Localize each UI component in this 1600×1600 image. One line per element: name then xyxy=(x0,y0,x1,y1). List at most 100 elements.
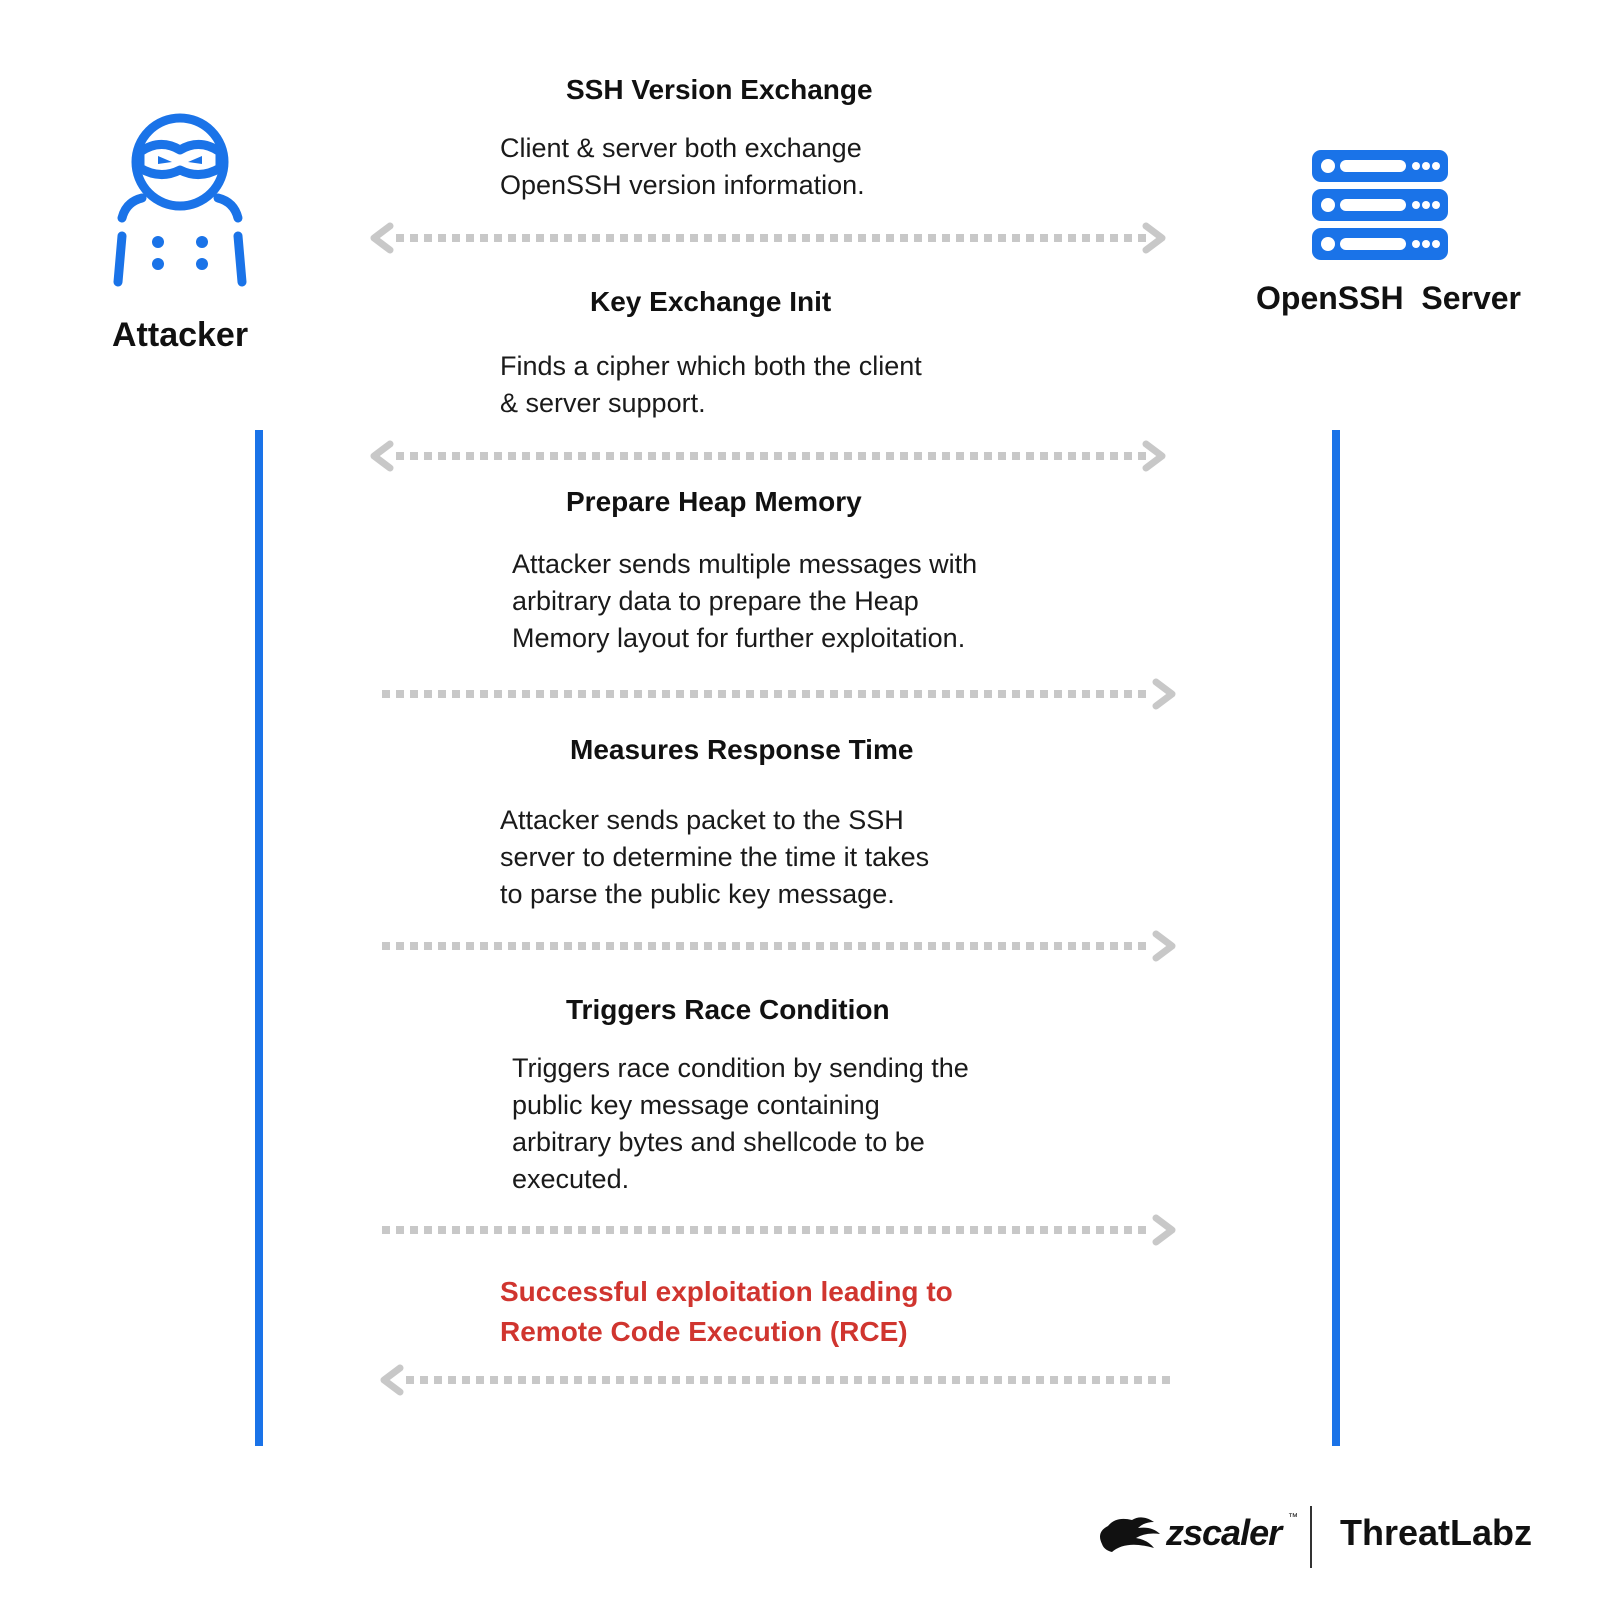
arrow-dash xyxy=(550,690,558,698)
arrow-dash xyxy=(522,690,530,698)
arrow-dash xyxy=(676,234,684,242)
arrow-dash xyxy=(942,452,950,460)
step-title: Key Exchange Init xyxy=(590,286,832,317)
arrow-dash xyxy=(466,234,474,242)
arrow-dash xyxy=(830,1226,838,1234)
arrow-dash xyxy=(830,690,838,698)
arrow-dash xyxy=(900,690,908,698)
arrow-dash xyxy=(1064,1376,1072,1384)
arrow-dash xyxy=(984,690,992,698)
arrow-dash xyxy=(896,1376,904,1384)
zscaler-wordmark: zscaler xyxy=(1166,1512,1282,1553)
arrow-dash xyxy=(1096,452,1104,460)
arrow-dash xyxy=(994,1376,1002,1384)
arrow-dash xyxy=(1082,1226,1090,1234)
arrow-dash xyxy=(760,942,768,950)
arrowhead-right-icon xyxy=(1142,440,1166,472)
arrow-dash xyxy=(410,1226,418,1234)
arrow-dash xyxy=(606,452,614,460)
step-title: SSH Version Exchange xyxy=(566,74,873,105)
desc-line: public key message containing xyxy=(512,1090,880,1120)
arrow-dash xyxy=(998,942,1006,950)
server-lifeline xyxy=(1332,430,1340,1446)
arrow-dash xyxy=(522,942,530,950)
arrow-dash xyxy=(886,1226,894,1234)
step-description: Attacker sends packet to the SSH server … xyxy=(500,802,929,913)
arrow-dash xyxy=(1012,1226,1020,1234)
arrow-dash xyxy=(434,1376,442,1384)
arrow-dash xyxy=(998,1226,1006,1234)
arrowhead-right-icon xyxy=(1152,930,1176,962)
arrow-dash xyxy=(858,1226,866,1234)
arrow-dash xyxy=(830,452,838,460)
arrow-dash xyxy=(812,1376,820,1384)
arrow-dash xyxy=(1124,942,1132,950)
arrow-dash xyxy=(774,1226,782,1234)
arrow-dash xyxy=(844,1226,852,1234)
arrow-dash xyxy=(466,452,474,460)
arrow-dash xyxy=(914,452,922,460)
arrow-dash xyxy=(382,942,390,950)
arrow-dash xyxy=(396,452,404,460)
arrow-dash xyxy=(784,1376,792,1384)
arrow-dash xyxy=(564,1226,572,1234)
arrow-dash xyxy=(410,690,418,698)
arrow-dash xyxy=(452,690,460,698)
arrow-dash xyxy=(690,1226,698,1234)
arrow-dash xyxy=(872,452,880,460)
arrow-dash xyxy=(984,452,992,460)
arrow-dash xyxy=(998,234,1006,242)
arrow-dash xyxy=(1148,1376,1156,1384)
arrow-dash xyxy=(396,942,404,950)
arrow-dash xyxy=(942,942,950,950)
arrow-dash xyxy=(1138,234,1146,242)
arrowhead-right-icon xyxy=(1142,222,1166,254)
arrow-dash xyxy=(546,1376,554,1384)
arrow-dash xyxy=(634,1226,642,1234)
arrow-dash xyxy=(788,690,796,698)
arrow-dash xyxy=(564,452,572,460)
arrow-dash xyxy=(956,942,964,950)
arrow-dash xyxy=(1022,1376,1030,1384)
arrow-dash xyxy=(914,234,922,242)
arrow-dash xyxy=(774,690,782,698)
arrow-dash xyxy=(420,1376,428,1384)
arrow-dash xyxy=(872,1226,880,1234)
arrow-dash xyxy=(690,234,698,242)
arrow-dash xyxy=(858,234,866,242)
arrow-dash xyxy=(1026,942,1034,950)
desc-line: Attacker sends multiple messages with xyxy=(512,549,978,579)
arrow-dash xyxy=(1110,690,1118,698)
arrow-dash xyxy=(746,1226,754,1234)
arrow-dash xyxy=(1054,234,1062,242)
arrow-dash xyxy=(704,942,712,950)
arrow-dash xyxy=(760,1226,768,1234)
arrow-dash xyxy=(816,452,824,460)
arrow-dash xyxy=(634,452,642,460)
arrow-dash xyxy=(802,942,810,950)
arrow-dash xyxy=(690,690,698,698)
arrow-dash xyxy=(1138,690,1146,698)
arrow-dash xyxy=(830,234,838,242)
step-description: Attacker sends multiple messages with ar… xyxy=(512,546,977,657)
arrow-dash xyxy=(816,234,824,242)
arrow-to-server xyxy=(378,930,1178,962)
arrow-dash xyxy=(1040,1226,1048,1234)
step-title: Triggers Race Condition xyxy=(566,994,890,1025)
arrow-dash xyxy=(592,452,600,460)
arrowhead-right-icon xyxy=(1152,1214,1176,1246)
arrow-dash xyxy=(1096,1226,1104,1234)
arrow-dash xyxy=(746,452,754,460)
arrow-dash xyxy=(676,942,684,950)
arrow-dash xyxy=(634,690,642,698)
arrow-dash xyxy=(634,234,642,242)
step-title: Measures Response Time xyxy=(570,734,914,765)
arrow-dash xyxy=(928,942,936,950)
arrow-dash xyxy=(662,234,670,242)
attacker-lifeline xyxy=(255,430,263,1446)
arrow-dash xyxy=(770,1376,778,1384)
arrow-dash xyxy=(914,942,922,950)
arrow-dash xyxy=(662,942,670,950)
arrow-dash xyxy=(956,1226,964,1234)
arrow-dash xyxy=(396,1226,404,1234)
